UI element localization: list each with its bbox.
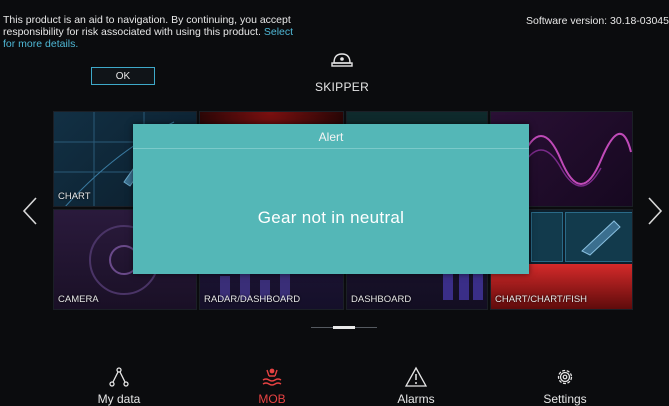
my-data-label: My data bbox=[97, 392, 141, 406]
settings-label: Settings bbox=[543, 392, 587, 406]
mob-label: MOB bbox=[258, 392, 286, 406]
settings-button[interactable]: Settings bbox=[520, 366, 610, 406]
page-indicator bbox=[311, 326, 377, 330]
page-indicator-current bbox=[333, 326, 355, 329]
mob-button[interactable]: MOB bbox=[227, 366, 317, 406]
route-nodes-icon bbox=[109, 367, 129, 387]
my-data-button[interactable]: My data bbox=[74, 366, 164, 406]
alarms-label: Alarms bbox=[397, 392, 435, 406]
tile-label: CHART/CHART/FISH bbox=[495, 294, 588, 305]
chevron-left-icon[interactable] bbox=[20, 196, 40, 226]
warning-triangle-icon bbox=[405, 366, 427, 387]
ok-button[interactable]: OK bbox=[91, 67, 155, 85]
split-pane-chart bbox=[531, 212, 563, 262]
alert-title: Alert bbox=[318, 130, 344, 144]
vessel-icon bbox=[581, 220, 621, 256]
profile-name[interactable]: SKIPPER bbox=[292, 80, 392, 94]
gear-icon bbox=[557, 369, 573, 385]
captain-hat-icon[interactable] bbox=[330, 51, 354, 71]
disclaimer-body: This product is an aid to navigation. By… bbox=[3, 14, 291, 38]
man-overboard-icon bbox=[262, 368, 282, 386]
alert-message: Gear not in neutral bbox=[257, 208, 405, 227]
tile-label: DASHBOARD bbox=[351, 294, 412, 305]
split-pane-chart bbox=[565, 212, 632, 262]
disclaimer-text: This product is an aid to navigation. By… bbox=[3, 14, 303, 50]
tile-label: RADAR/DASHBOARD bbox=[204, 294, 301, 305]
tile-label: CHART bbox=[58, 191, 91, 202]
chevron-right-icon[interactable] bbox=[645, 196, 665, 226]
tile-label: CAMERA bbox=[58, 294, 99, 305]
alarms-button[interactable]: Alarms bbox=[371, 366, 461, 406]
software-version: Software version: 30.18-03045 bbox=[525, 15, 669, 27]
alert-dialog[interactable]: Alert Gear not in neutral bbox=[133, 124, 529, 274]
alert-divider bbox=[133, 148, 529, 149]
